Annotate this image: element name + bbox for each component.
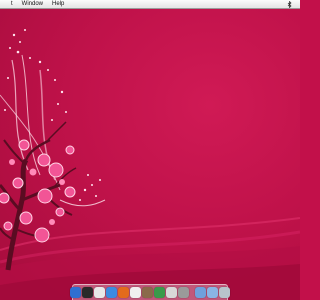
- firefox-icon[interactable]: [118, 287, 129, 298]
- applications-folder-icon[interactable]: [195, 287, 206, 298]
- wallpaper-art: [0, 29, 300, 300]
- preview-icon[interactable]: [142, 287, 153, 298]
- trash-icon[interactable]: [219, 287, 230, 298]
- menu-item-app[interactable]: t: [11, 0, 13, 9]
- documents-folder-icon[interactable]: [207, 287, 218, 298]
- menu-item-window[interactable]: Window: [22, 0, 43, 9]
- bluetooth-icon[interactable]: [287, 1, 292, 8]
- menu-item-help[interactable]: Help: [52, 0, 64, 9]
- system-preferences-icon[interactable]: [178, 287, 189, 298]
- menu-bar: t Window Help: [0, 0, 300, 9]
- desktop: t Window Help: [0, 0, 300, 300]
- dock: [70, 284, 230, 300]
- safari-icon[interactable]: [106, 287, 117, 298]
- clock-icon[interactable]: [94, 287, 105, 298]
- finder-icon[interactable]: [70, 287, 81, 298]
- photo-icon[interactable]: [166, 287, 177, 298]
- itunes-icon[interactable]: [154, 287, 165, 298]
- dashboard-icon[interactable]: [82, 287, 93, 298]
- status-area: [287, 0, 292, 9]
- ical-icon[interactable]: [130, 287, 141, 298]
